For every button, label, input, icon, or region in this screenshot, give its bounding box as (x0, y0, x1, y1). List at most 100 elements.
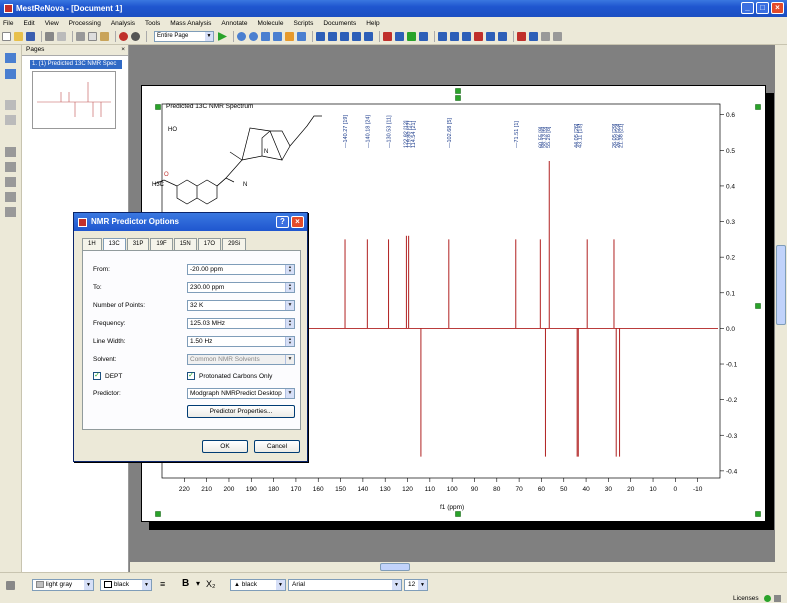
report-icon[interactable] (5, 192, 16, 202)
bold-icon[interactable]: B (182, 578, 189, 589)
page-list-item[interactable]: 1. (1) Predicted 13C NMR Spec (30, 60, 122, 69)
zoom-mode-select[interactable]: Entire Page ▼ (154, 31, 214, 42)
molecule-structure[interactable] (153, 115, 322, 205)
reference-icon[interactable] (486, 32, 495, 41)
menu-molecule[interactable]: Molecule (257, 20, 283, 27)
line-width-input[interactable]: 1.50 Hz ▲ ▼ (187, 336, 295, 347)
predictor-select[interactable]: Modgraph NMRPredict Desktop ▼ (187, 388, 295, 399)
pan-icon[interactable] (273, 32, 282, 41)
new-document-icon[interactable] (2, 32, 11, 41)
tab-29si[interactable]: 29Si (222, 238, 247, 250)
help-button[interactable]: ? (276, 216, 289, 228)
menu-tools[interactable]: Tools (145, 20, 160, 27)
predictor-properties-button[interactable]: Predictor Properties... (187, 405, 295, 418)
select-icon[interactable] (285, 32, 294, 41)
frequency-spinner[interactable]: ▲ ▼ (285, 319, 294, 328)
close-icon[interactable]: × (121, 45, 125, 55)
fit-icon[interactable] (261, 32, 270, 41)
menu-edit[interactable]: Edit (23, 20, 34, 27)
draw-icon[interactable] (5, 162, 16, 172)
fourier-icon[interactable] (462, 32, 471, 41)
tools-icon[interactable] (541, 32, 550, 41)
paste-icon[interactable] (100, 32, 109, 41)
phase-icon[interactable] (419, 32, 428, 41)
menu-help[interactable]: Help (366, 20, 379, 27)
redo-icon[interactable] (131, 32, 140, 41)
annotate-icon[interactable] (395, 32, 404, 41)
zoom-in-icon[interactable] (237, 32, 246, 41)
info-icon[interactable] (5, 177, 16, 187)
selection-handle[interactable] (155, 104, 161, 110)
dropdown-icon[interactable]: ▾ (196, 579, 200, 588)
table-icon[interactable] (5, 207, 16, 217)
cut-icon[interactable] (76, 32, 85, 41)
selection-handle[interactable] (155, 511, 161, 517)
line-width-spinner[interactable]: ▲ ▼ (285, 337, 294, 346)
crosshair-icon[interactable] (297, 32, 306, 41)
subscript-icon[interactable]: X₂ (206, 579, 216, 589)
to-spinner[interactable]: ▲ ▼ (285, 283, 294, 292)
page-thumbnail[interactable] (32, 71, 116, 129)
line-style-icon[interactable]: ≡ (160, 579, 165, 589)
font-size-select[interactable]: 12 ▼ (404, 579, 428, 591)
predict-icon[interactable] (383, 32, 392, 41)
protonated-checkbox[interactable]: ✓ (187, 372, 195, 380)
tab-31p[interactable]: 31P (126, 238, 150, 250)
menu-annotate[interactable]: Annotate (221, 20, 247, 27)
fill-color-select[interactable]: light gray ▼ (32, 579, 94, 591)
green-arrow-icon[interactable] (407, 32, 416, 41)
horizontal-scrollbar[interactable] (130, 562, 775, 572)
cancel-button[interactable]: Cancel (254, 440, 300, 453)
hscroll-thumb[interactable] (380, 563, 410, 571)
minimize-button[interactable]: _ (741, 2, 754, 14)
open-folder-icon[interactable] (14, 32, 23, 41)
frequency-input[interactable]: 125.03 MHz ▲ ▼ (187, 318, 295, 329)
menu-documents[interactable]: Documents (323, 20, 356, 27)
menu-analysis[interactable]: Analysis (111, 20, 135, 27)
selection-handle[interactable] (455, 88, 461, 94)
stack-icon[interactable] (438, 32, 447, 41)
zoom-out-icon[interactable] (249, 32, 258, 41)
vertical-scrollbar[interactable] (775, 45, 787, 572)
font-select[interactable]: Arial ▼ (288, 579, 402, 591)
selection-handle[interactable] (755, 303, 761, 309)
scroll-thumb[interactable] (776, 245, 786, 325)
multiplet-icon[interactable] (340, 32, 349, 41)
selection-handle[interactable] (755, 104, 761, 110)
text-color-select[interactable]: ▲ black ▼ (230, 579, 286, 591)
tab-1h[interactable]: 1H (82, 238, 102, 250)
status-licenses[interactable]: Licenses (733, 595, 759, 602)
save-icon[interactable] (26, 32, 35, 41)
page-setup-icon[interactable] (5, 115, 16, 125)
pointer-icon[interactable] (6, 581, 15, 590)
play-icon[interactable] (218, 32, 227, 41)
close-button[interactable]: × (771, 2, 784, 14)
selection-handle[interactable] (455, 511, 461, 517)
from-input[interactable]: -20.00 ppm ▲ ▼ (187, 264, 295, 275)
dialog-close-button[interactable]: × (291, 216, 304, 228)
selection-handle[interactable] (455, 95, 461, 101)
molecule-icon[interactable] (517, 32, 526, 41)
spectrum-red-icon[interactable] (474, 32, 483, 41)
cursor-icon[interactable] (352, 32, 361, 41)
tab-19f[interactable]: 19F (150, 238, 173, 250)
from-spinner[interactable]: ▲ ▼ (285, 265, 294, 274)
apodization-icon[interactable] (450, 32, 459, 41)
menu-file[interactable]: File (3, 20, 13, 27)
menu-view[interactable]: View (45, 20, 59, 27)
tab-15n[interactable]: 15N (173, 238, 197, 250)
arrange-icon[interactable] (5, 69, 16, 79)
selection-handle[interactable] (755, 511, 761, 517)
maximize-button[interactable]: □ (756, 2, 769, 14)
peak-pick-icon[interactable] (316, 32, 325, 41)
ok-button[interactable]: OK (202, 440, 248, 453)
layout-icon[interactable] (5, 53, 16, 63)
delete-page-icon[interactable] (5, 100, 16, 110)
integral-icon[interactable] (328, 32, 337, 41)
menu-processing[interactable]: Processing (69, 20, 101, 27)
to-input[interactable]: 230.00 ppm ▲ ▼ (187, 282, 295, 293)
assign-icon[interactable] (529, 32, 538, 41)
print-icon[interactable] (45, 32, 54, 41)
line-color-select[interactable]: black ▼ (100, 579, 152, 591)
settings-icon[interactable] (553, 32, 562, 41)
